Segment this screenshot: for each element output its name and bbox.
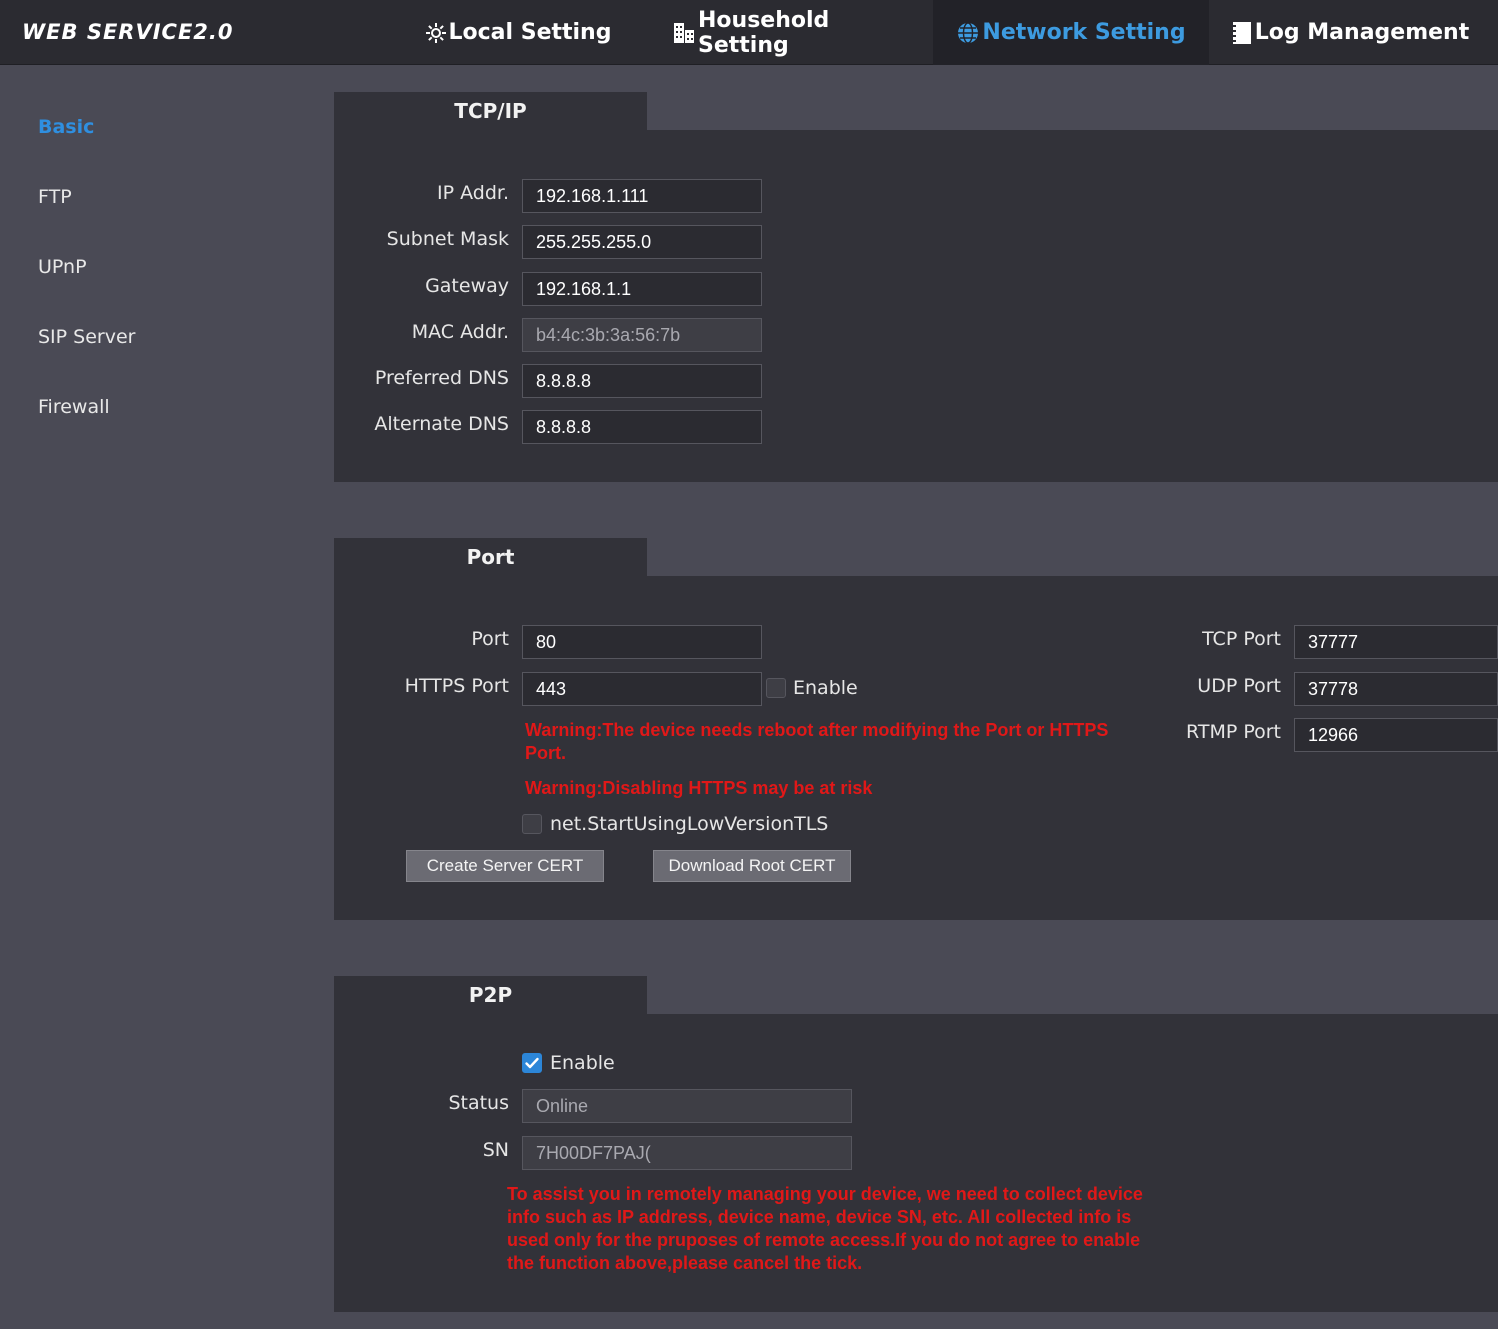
download-root-cert-button[interactable]: Download Root CERT [653, 850, 851, 882]
tcp-port-input[interactable]: 37777 [1294, 625, 1498, 659]
preferred-dns-label: Preferred DNS [374, 367, 509, 389]
p2p-sn-field: 7H00DF7PAJ( [522, 1136, 852, 1170]
preferred-dns-input[interactable]: 8.8.8.8 [522, 364, 762, 398]
globe-icon [956, 21, 980, 45]
create-server-cert-button[interactable]: Create Server CERT [406, 850, 604, 882]
tcpip-header-strip [647, 92, 1498, 130]
https-port-input[interactable]: 443 [522, 672, 762, 706]
port-input[interactable]: 80 [522, 625, 762, 659]
p2p-enable-label: Enable [550, 1052, 615, 1074]
tab-log-management-label: Log Management [1254, 20, 1470, 45]
udp-port-label: UDP Port [1197, 675, 1281, 697]
alternate-dns-label: Alternate DNS [374, 413, 509, 435]
low-version-tls-label: net.StartUsingLowVersionTLS [550, 813, 829, 835]
sidebar-item-sip-server[interactable]: SIP Server [38, 326, 135, 348]
gateway-input[interactable]: 192.168.1.1 [522, 272, 762, 306]
tcp-port-label: TCP Port [1202, 628, 1281, 650]
p2p-sn-label: SN [482, 1139, 509, 1161]
port-reboot-warning: Warning:The device needs reboot after mo… [525, 720, 1109, 763]
top-navigation-bar: WEB SERVICE2.0 Local Setting Household S… [0, 0, 1498, 65]
tab-local-setting-label: Local Setting [448, 20, 612, 45]
subnet-mask-input[interactable]: 255.255.255.0 [522, 225, 762, 259]
tab-network-setting-label: Network Setting [982, 20, 1186, 45]
tab-log-management[interactable]: Log Management [1226, 0, 1474, 65]
p2p-enable-checkbox[interactable] [522, 1053, 542, 1073]
p2p-privacy-notice: To assist you in remotely managing your … [507, 1184, 1143, 1273]
port-section-title: Port [334, 538, 647, 576]
tab-network-setting[interactable]: Network Setting [933, 0, 1209, 65]
sidebar-item-firewall[interactable]: Firewall [38, 396, 110, 418]
tab-household-setting-label: Household Setting [698, 7, 830, 58]
sidebar-item-upnp[interactable]: UPnP [38, 256, 87, 278]
port-header-strip [647, 538, 1498, 576]
gear-icon [425, 22, 447, 44]
tab-household-setting[interactable]: Household Setting [672, 0, 916, 65]
https-enable-label: Enable [793, 677, 858, 699]
alternate-dns-input[interactable]: 8.8.8.8 [522, 410, 762, 444]
subnet-mask-label: Subnet Mask [386, 228, 509, 250]
https-enable-checkbox[interactable] [766, 678, 786, 698]
sidebar-item-ftp[interactable]: FTP [38, 186, 72, 208]
low-version-tls-checkbox[interactable] [522, 814, 542, 834]
gateway-label: Gateway [425, 275, 509, 297]
p2p-status-label: Status [448, 1092, 509, 1114]
mac-address-label: MAC Addr. [411, 321, 509, 343]
https-risk-warning: Warning:Disabling HTTPS may be at risk [525, 778, 873, 798]
app-logo: WEB SERVICE2.0 [22, 20, 234, 44]
https-port-label: HTTPS Port [404, 675, 509, 697]
document-icon [1231, 21, 1253, 45]
ip-address-label: IP Addr. [437, 182, 509, 204]
tcpip-section-title: TCP/IP [334, 92, 647, 130]
checkmark-icon [525, 1057, 539, 1069]
sidebar-item-basic[interactable]: Basic [38, 116, 94, 138]
p2p-section-title: P2P [334, 976, 647, 1014]
udp-port-input[interactable]: 37778 [1294, 672, 1498, 706]
mac-address-field: b4:4c:3b:3a:56:7b [522, 318, 762, 352]
p2p-header-strip [647, 976, 1498, 1014]
tab-local-setting[interactable]: Local Setting [420, 0, 616, 65]
building-icon [672, 21, 696, 45]
ip-address-input[interactable]: 192.168.1.111 [522, 179, 762, 213]
port-label: Port [471, 628, 509, 650]
rtmp-port-label: RTMP Port [1186, 721, 1281, 743]
rtmp-port-input[interactable]: 12966 [1294, 718, 1498, 752]
p2p-status-field: Online [522, 1089, 852, 1123]
